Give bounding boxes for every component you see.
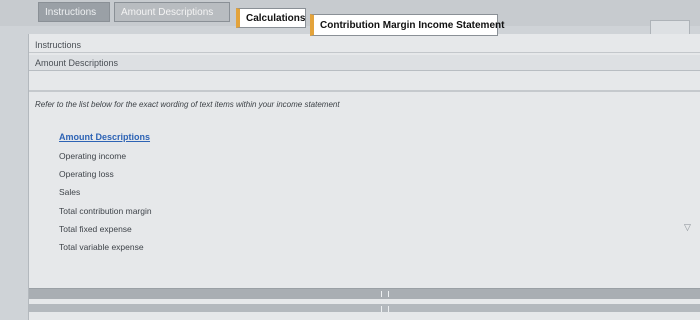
content-panel: Instructions Amount Descriptions Refer t… xyxy=(28,34,700,320)
breadcrumb-amount-descriptions[interactable]: Amount Descriptions xyxy=(29,55,700,71)
resize-grip-icon[interactable] xyxy=(381,306,389,312)
section-divider xyxy=(29,90,700,92)
list-item: Total fixed expense xyxy=(59,224,132,234)
chevron-down-icon[interactable]: ▽ xyxy=(684,222,691,233)
tab-calculations[interactable]: Calculations xyxy=(236,8,306,28)
list-item: Operating income xyxy=(59,151,127,161)
list-item: Total variable expense xyxy=(59,242,144,252)
tab-amount-descriptions[interactable]: Amount Descriptions xyxy=(114,2,230,22)
tab-contribution-margin-income-statement[interactable]: Contribution Margin Income Statement xyxy=(310,14,504,36)
tab-instructions[interactable]: Instructions xyxy=(38,2,110,22)
tab-bar: Instructions Amount Descriptions Calcula… xyxy=(0,0,700,36)
breadcrumb-instructions[interactable]: Instructions xyxy=(29,37,700,53)
list-item: Sales xyxy=(59,187,81,197)
amount-descriptions-heading: Amount Descriptions xyxy=(59,132,151,142)
bottom-toolbar xyxy=(29,304,700,312)
list-item: Total contribution margin xyxy=(59,206,152,216)
instruction-text: Refer to the list below for the exact wo… xyxy=(35,100,340,109)
horizontal-scrollbar[interactable] xyxy=(29,288,700,299)
list-item: Operating loss xyxy=(59,169,114,179)
scrollbar-grip-icon[interactable] xyxy=(381,291,389,297)
